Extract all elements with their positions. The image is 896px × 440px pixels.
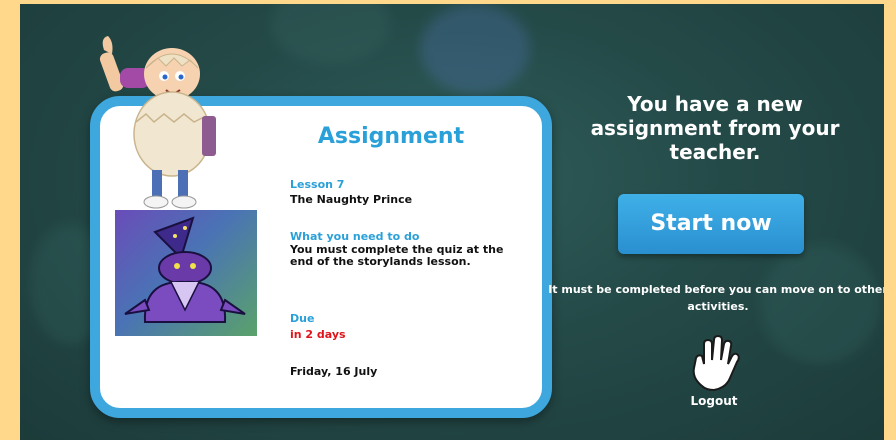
background-blob <box>420 4 530 94</box>
wizard-illustration <box>124 216 246 323</box>
todo-label: What you need to do <box>290 230 420 243</box>
logout-label: Logout <box>690 394 738 408</box>
app-screen: Assignment Lesson 7 The Naughty Prince W… <box>20 4 884 440</box>
due-label: Due <box>290 312 315 325</box>
todo-text: You must complete the quiz at the end of… <box>290 243 504 268</box>
hand-icon <box>692 334 740 392</box>
new-assignment-message: You have a new assignment from your teac… <box>590 92 840 164</box>
egg-character <box>99 36 216 209</box>
background-blob <box>270 4 390 64</box>
completion-note: It must be completed before you can move… <box>548 283 884 313</box>
due-relative: in 2 days <box>290 328 346 341</box>
due-date: Friday, 16 July <box>290 365 378 378</box>
lesson-label: Lesson 7 <box>290 178 345 191</box>
lesson-name: The Naughty Prince <box>290 193 413 206</box>
start-now-button[interactable]: Start now <box>618 194 804 254</box>
logout-button[interactable]: Logout <box>684 334 744 414</box>
assignment-title: Assignment <box>317 124 465 149</box>
lesson-thumbnail <box>115 210 257 336</box>
